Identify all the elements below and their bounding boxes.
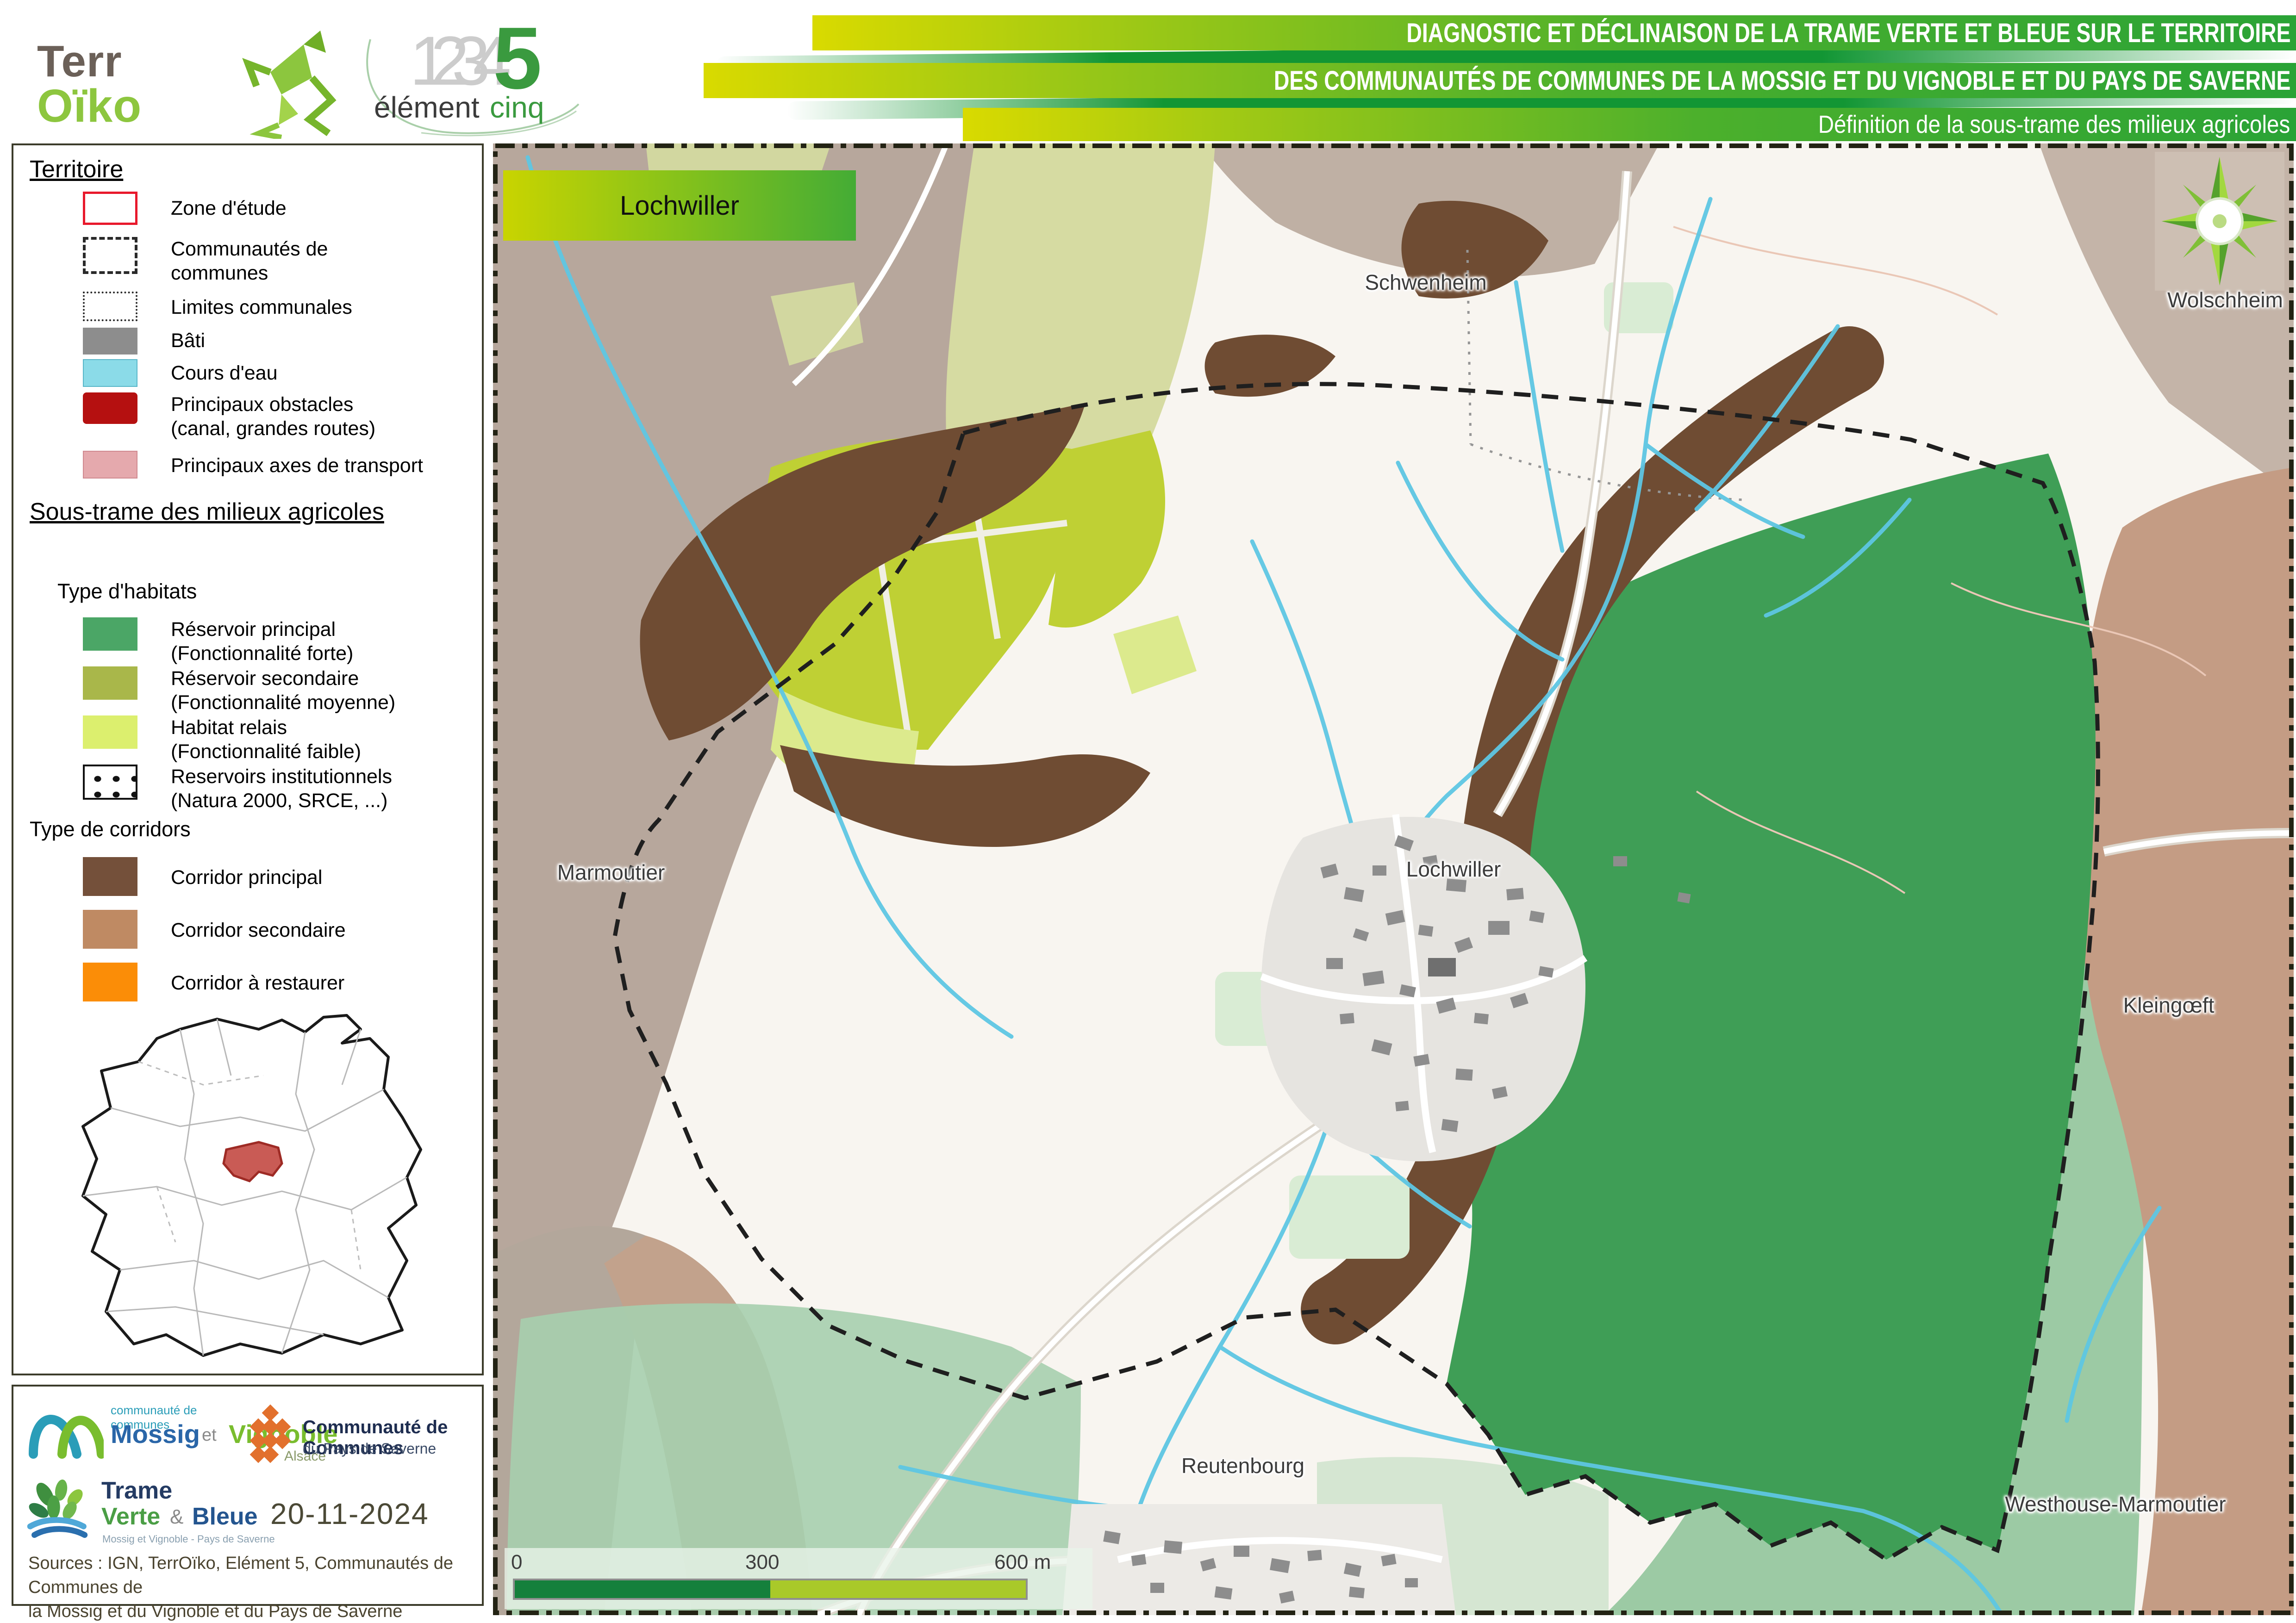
legend-panel: Territoire Zone d'étude Communautés de c…	[12, 143, 484, 1375]
legend-label-obstacles-2: (canal, grandes routes)	[171, 417, 375, 440]
mossig-vignoble-mark-icon	[25, 1403, 104, 1459]
tvb-leaves-icon	[23, 1477, 92, 1546]
scale-segment-light	[770, 1580, 1026, 1598]
saverne-logo-line2: du Pays de Saverne	[303, 1440, 436, 1457]
frog-icon	[218, 28, 356, 139]
compass-rose-icon	[2155, 152, 2284, 291]
legend-territoire-heading: Territoire	[30, 155, 123, 183]
scale-bar: 0 300 600 m	[505, 1548, 1092, 1609]
mossig-vignoble-logo: communauté de communes Mossig et Vignobl…	[25, 1400, 238, 1470]
legend-label-cours-eau: Cours d'eau	[171, 362, 278, 385]
scale-tick-600: 600 m	[994, 1551, 1051, 1574]
inset-locator-map	[64, 1011, 435, 1362]
element-cinq-logo: 1234 5 élément cinq	[366, 21, 597, 132]
title-line-1-text: DIAGNOSTIC ET DÉCLINAISON DE LA TRAME VE…	[1407, 18, 2296, 49]
legend-swatch-axes-transport	[83, 451, 137, 479]
legend-label-habitat-relais-2: (Fonctionnalité faible)	[171, 740, 361, 763]
legend-label-reservoirs-institutionnels: Reservoirs institutionnels	[171, 765, 392, 788]
map-title-banner: Lochwiller	[503, 170, 856, 241]
element-cinq-word-cinq: cinq	[490, 90, 544, 124]
tvb-word-trame: Trame	[101, 1477, 172, 1505]
terroiko-logo-text-oiko: Oïko	[37, 80, 142, 133]
legend-label-reservoirs-institutionnels-2: (Natura 2000, SRCE, ...)	[171, 790, 387, 812]
legend-corridors-heading: Type de corridors	[30, 817, 191, 841]
legend-label-corridor-restaurer: Corridor à restaurer	[171, 972, 344, 995]
title-line-2-text: DES COMMUNAUTÉS DE COMMUNES DE LA MOSSIG…	[1274, 65, 2296, 96]
element-cinq-numbers: 1234	[410, 21, 494, 101]
pays-saverne-mark-icon	[245, 1404, 296, 1474]
mossig-logo-et: et	[202, 1425, 217, 1445]
sources-line-2: la Mossig et du Vignoble et du Pays de S…	[28, 1599, 473, 1623]
legend-label-reservoir-principal-2: (Fonctionnalité forte)	[171, 642, 353, 665]
legend-swatch-zone-etude	[83, 192, 137, 225]
legend-label-corridor-principal: Corridor principal	[171, 866, 322, 889]
legend-label-communautes: Communautés de	[171, 238, 328, 261]
terroiko-logo: Terr Oïko	[37, 28, 352, 134]
legend-label-corridor-secondaire: Corridor secondaire	[171, 919, 346, 942]
scale-tick-0: 0	[511, 1551, 522, 1574]
mossig-logo-name1: Mossig	[111, 1419, 200, 1449]
legend-swatch-habitat-relais	[83, 715, 137, 749]
tvb-word-bleue: Bleue	[192, 1503, 258, 1530]
legend-label-communautes-2: communes	[171, 262, 268, 285]
element-cinq-word: élément	[374, 90, 480, 124]
legend-label-limites: Limites communales	[171, 296, 352, 319]
map-label-westhouse-marmoutier: Westhouse-Marmoutier	[2005, 1492, 2226, 1517]
map-label-schwenheim: Schwenheim	[1365, 270, 1486, 295]
scale-segment-dark	[515, 1580, 770, 1598]
map-label-lochwiller: Lochwiller	[1406, 857, 1501, 882]
sources-line-1: Sources : IGN, TerrOïko, Elément 5, Comm…	[28, 1551, 473, 1599]
scale-bar-track	[513, 1579, 1028, 1600]
title-line-2: DES COMMUNAUTÉS DE COMMUNES DE LA MOSSIG…	[704, 63, 2296, 98]
legend-swatch-reservoir-secondaire	[83, 666, 137, 700]
legend-swatch-limites	[83, 292, 137, 321]
pays-saverne-logo: Communauté de Communes du Pays de Savern…	[245, 1404, 476, 1474]
map-title-banner-text: Lochwiller	[620, 190, 739, 221]
map-label-marmoutier: Marmoutier	[557, 860, 665, 885]
tvb-word-verte: Verte	[101, 1503, 160, 1530]
legend-swatch-obstacles	[83, 392, 137, 424]
legend-label-axes-transport: Principaux axes de transport	[171, 454, 423, 477]
legend-swatch-reservoirs-institutionnels	[83, 765, 137, 800]
legend-swatch-corridor-principal	[83, 857, 137, 896]
title-line-3-text: Définition de la sous-trame des milieux …	[1818, 110, 2296, 139]
map-label-kleingoeft: Kleingœft	[2123, 993, 2215, 1018]
legend-soustrame-heading: Sous-trame des milieux agricoles	[30, 498, 384, 526]
legend-label-obstacles: Principaux obstacles	[171, 393, 353, 416]
legend-label-bati: Bâti	[171, 330, 205, 352]
legend-label-reservoir-secondaire: Réservoir secondaire	[171, 667, 359, 690]
scale-tick-300: 300	[745, 1551, 779, 1574]
legend-swatch-communautes	[83, 237, 137, 274]
tvb-tagline: Mossig et Vignoble - Pays de Saverne	[102, 1533, 275, 1545]
compass-box	[2155, 152, 2284, 291]
title-line-3: Définition de la sous-trame des milieux …	[963, 108, 2296, 141]
legend-habitats-heading: Type d'habitats	[57, 579, 197, 603]
legend-label-zone-etude: Zone d'étude	[171, 197, 287, 220]
legend-swatch-bati	[83, 328, 137, 354]
map-label-wolschheim: Wolschheim	[2167, 287, 2283, 312]
legend-label-reservoir-secondaire-2: (Fonctionnalité moyenne)	[171, 691, 395, 714]
map-label-reutenbourg: Reutenbourg	[1181, 1453, 1304, 1478]
title-line-1: DIAGNOSTIC ET DÉCLINAISON DE LA TRAME VE…	[812, 15, 2296, 50]
page-header: Terr Oïko 1234 5 élément cinq DIAGNOSTIC…	[0, 0, 2296, 141]
legend-label-reservoir-principal: Réservoir principal	[171, 618, 336, 641]
map-canvas: Lochwiller Schwenheim Wolschheim Marmout…	[493, 143, 2294, 1615]
legend-swatch-cours-eau	[83, 359, 137, 387]
attribution-panel: communauté de communes Mossig et Vignobl…	[12, 1385, 484, 1606]
legend-swatch-corridor-restaurer	[83, 963, 137, 1001]
map-drawing	[493, 143, 2294, 1615]
map-date: 20-11-2024	[270, 1497, 429, 1531]
legend-label-habitat-relais: Habitat relais	[171, 716, 287, 739]
legend-swatch-corridor-secondaire	[83, 910, 137, 949]
tvb-amp: &	[170, 1505, 183, 1529]
inset-highlight-commune	[224, 1142, 282, 1181]
legend-swatch-reservoir-principal	[83, 617, 137, 651]
